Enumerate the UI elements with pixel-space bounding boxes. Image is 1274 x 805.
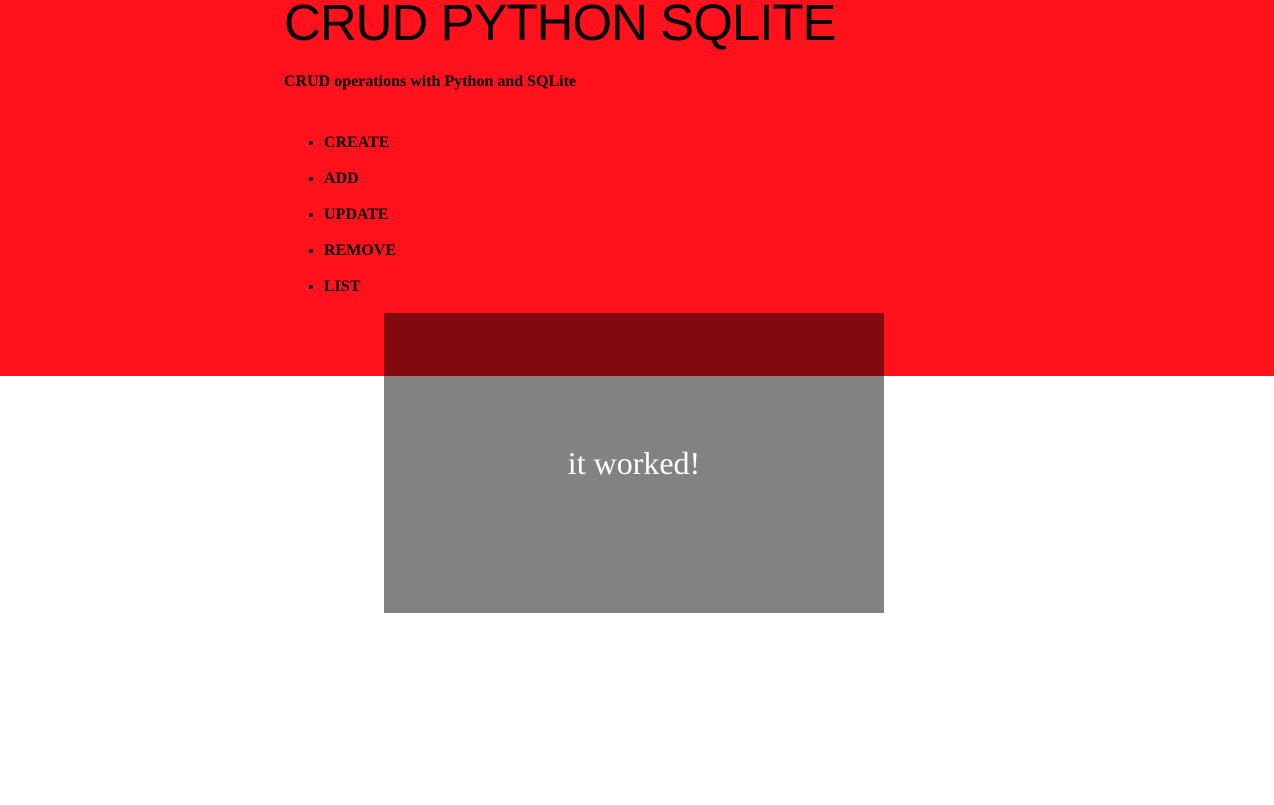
- result-overlay: it worked!: [384, 313, 884, 613]
- menu-item-add: ADD: [324, 169, 396, 205]
- menu-link-create[interactable]: CREATE: [324, 134, 390, 151]
- menu-link-list[interactable]: LIST: [324, 278, 360, 295]
- menu-link-remove[interactable]: REMOVE: [324, 242, 396, 259]
- page-subtitle: CRUD operations with Python and SQLite: [284, 73, 577, 90]
- menu-link-add[interactable]: ADD: [324, 170, 359, 187]
- menu-item-list: LIST: [324, 277, 396, 313]
- menu-item-update: UPDATE: [324, 205, 396, 241]
- result-message: it worked!: [567, 444, 701, 481]
- nav-menu: CREATE ADD UPDATE REMOVE LIST: [284, 133, 396, 313]
- menu-item-remove: REMOVE: [324, 241, 396, 277]
- menu-item-create: CREATE: [324, 133, 396, 169]
- page-title: CRUD PYTHON SQLITE: [284, 0, 837, 51]
- menu-link-update[interactable]: UPDATE: [324, 206, 389, 223]
